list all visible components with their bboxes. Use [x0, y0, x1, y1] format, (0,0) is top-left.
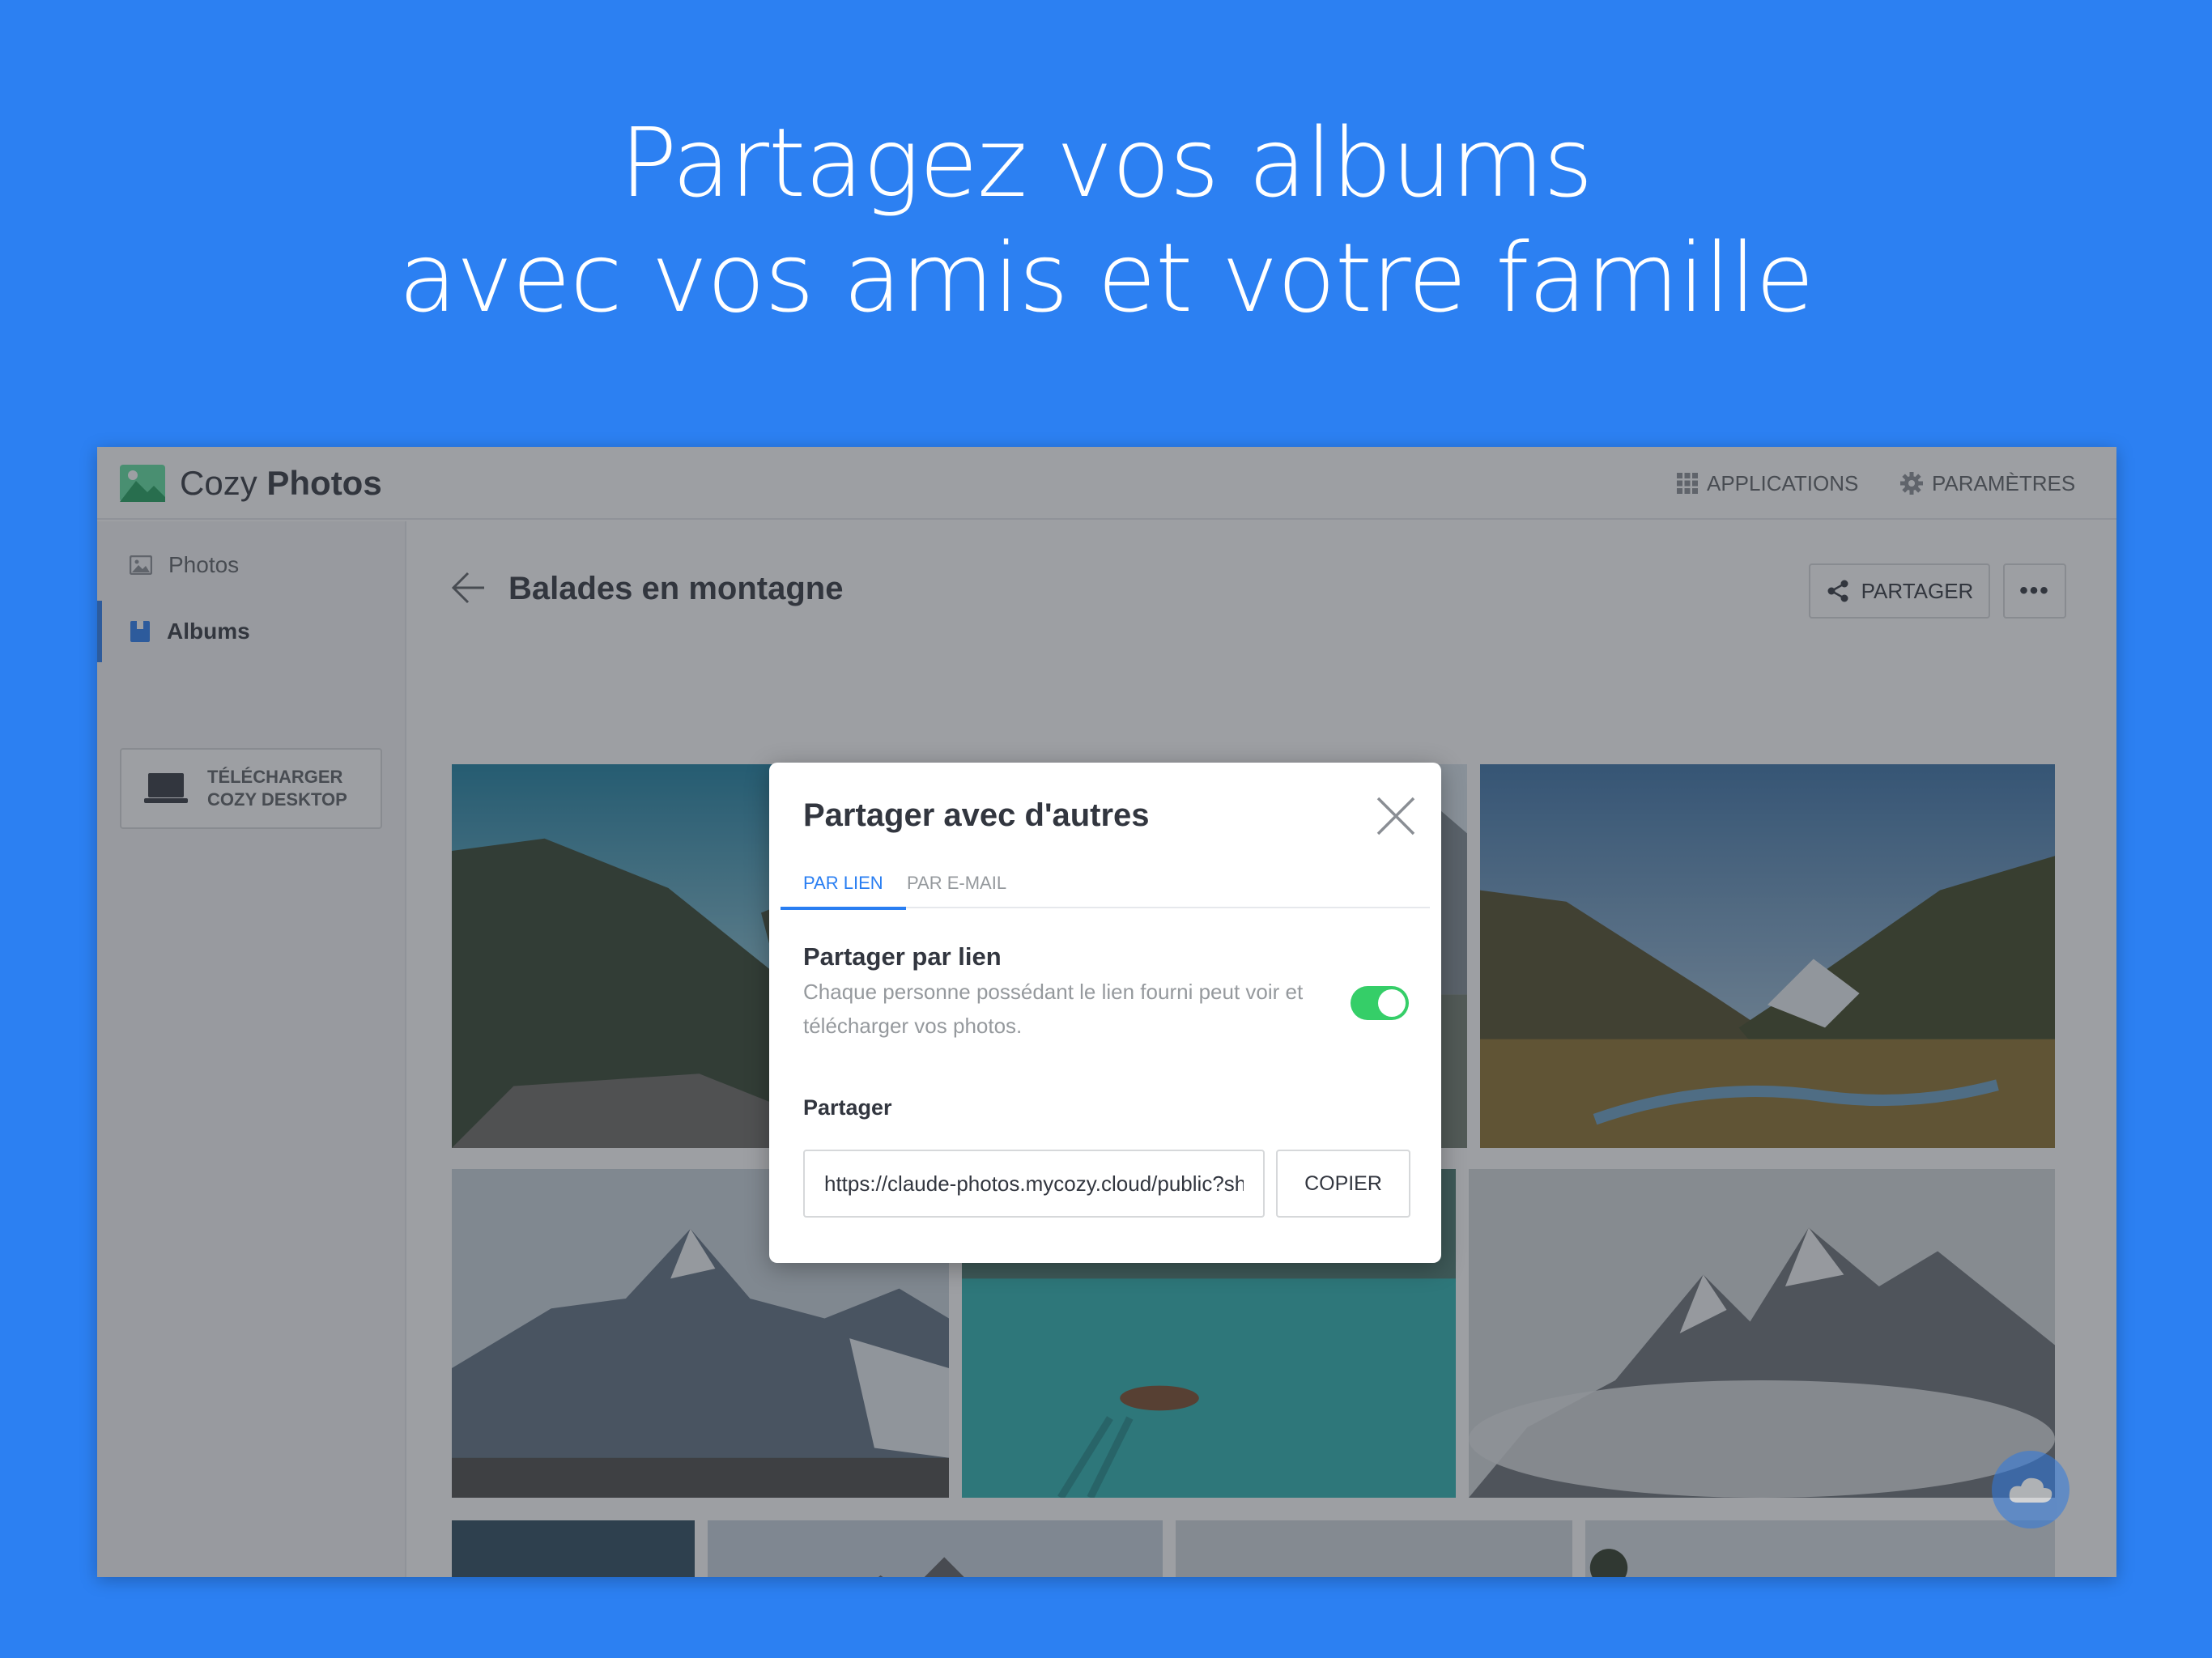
dialog-title: Partager avec d'autres [803, 797, 1150, 833]
tab-par-lien[interactable]: PAR LIEN [781, 871, 906, 910]
close-icon[interactable] [1373, 793, 1419, 839]
marketing-headline: Partagez vos albums avec vos amis et vot… [0, 105, 2212, 335]
share-dialog: Partager avec d'autres PAR LIEN PAR E-MA… [769, 763, 1441, 1263]
toggle-knob [1378, 989, 1406, 1017]
share-link-description: Chaque personne possédant le lien fourni… [803, 980, 1304, 1038]
share-field-label: Partager [803, 1095, 892, 1120]
cloud-icon [2009, 1477, 2052, 1503]
app-window: Cozy Photos APPLICATIONS PARAMÈTRES Phot… [97, 447, 2116, 1577]
copy-button[interactable]: COPIER [1276, 1150, 1410, 1218]
headline-line-1: Partagez vos albums [619, 107, 1593, 219]
share-link-input[interactable] [803, 1150, 1265, 1218]
share-link-toggle[interactable] [1351, 986, 1409, 1020]
cozy-cloud-icon[interactable] [1992, 1451, 2069, 1528]
tab-par-email[interactable]: PAR E-MAIL [907, 871, 1006, 895]
share-link-title: Partager par lien [803, 942, 1002, 971]
share-tabs: PAR LIEN PAR E-MAIL [781, 858, 1430, 910]
headline-line-2: avec vos amis et votre famille [398, 222, 1814, 334]
